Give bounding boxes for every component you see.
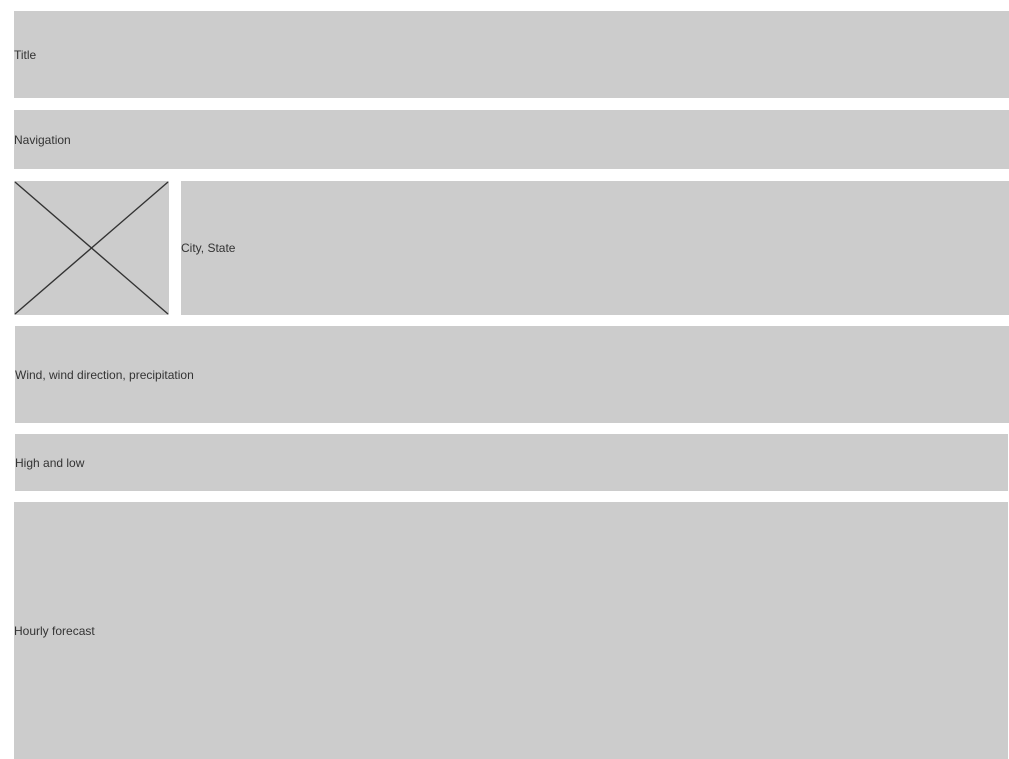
image-placeholder-icon xyxy=(14,181,169,315)
wind-precipitation-block: Wind, wind direction, precipitation xyxy=(15,326,1009,423)
image-placeholder-cross xyxy=(14,181,169,315)
navigation-block[interactable]: Navigation xyxy=(14,110,1009,169)
title-block: Title xyxy=(14,11,1009,98)
city-state-label: City, State xyxy=(181,241,236,255)
wireframe-page: Title Navigation City, State Wind, wind … xyxy=(0,0,1009,759)
hourly-forecast-label: Hourly forecast xyxy=(14,623,95,638)
hourly-forecast-block: Hourly forecast xyxy=(14,502,1008,759)
high-low-label: High and low xyxy=(15,455,85,470)
wind-precipitation-label: Wind, wind direction, precipitation xyxy=(15,367,194,382)
navigation-label: Navigation xyxy=(14,132,71,147)
city-state-block: City, State xyxy=(181,181,1009,315)
high-low-block: High and low xyxy=(15,434,1008,491)
title-label: Title xyxy=(14,47,37,62)
